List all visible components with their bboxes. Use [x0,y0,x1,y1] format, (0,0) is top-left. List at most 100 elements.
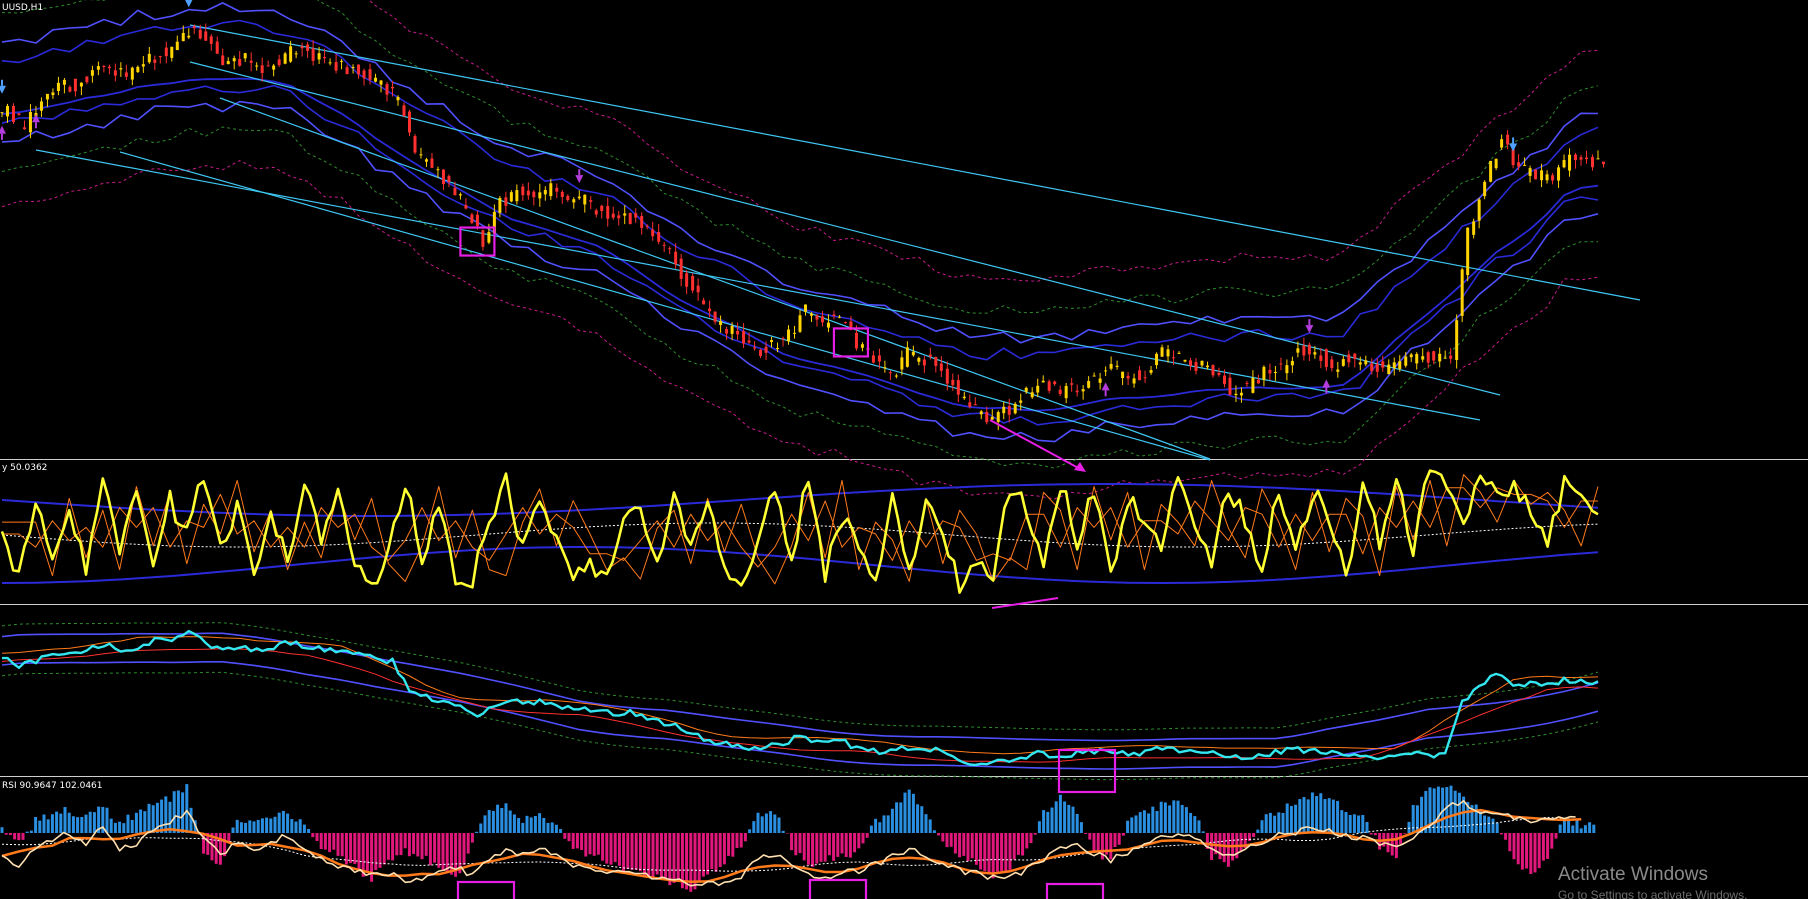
histogram-bar [1117,833,1121,845]
candle-body [1562,160,1566,168]
candle-body [928,354,932,357]
candle-body [170,46,174,58]
histogram-bar [1021,833,1025,856]
histogram-bar [50,814,54,833]
histogram-bar [718,833,722,867]
histogram-bar [1197,820,1201,833]
candle-body [1041,380,1045,383]
histogram-bar [290,819,294,833]
candle-body [28,111,32,133]
histogram-bar [1239,833,1243,852]
histogram-bar [857,833,861,849]
candle-body [1596,158,1600,160]
candle-body [249,60,253,63]
histogram-bar [496,804,500,833]
histogram-bar [563,833,567,839]
candle-body [600,205,604,212]
histogram-bar [895,802,899,833]
candle-body [843,322,847,324]
histogram-bar [315,833,319,842]
histogram-bar [844,833,848,858]
histogram-bar [1075,813,1079,833]
histogram-bar [374,833,378,870]
candle-body [1177,352,1181,354]
histogram-bar [244,822,248,833]
candle-body [985,411,989,423]
histogram-bar [1504,833,1508,840]
candle-body [679,258,683,279]
histogram-bar [1541,833,1545,861]
histogram-bar [945,833,949,848]
histogram-bar [1520,833,1524,870]
candle-body [107,66,111,69]
histogram-bar [1226,833,1230,867]
candle-body [1228,377,1232,395]
candle-body [255,65,259,67]
histogram-bar [1256,829,1260,833]
candle-body [1585,157,1589,160]
candle-body [1506,134,1510,145]
histogram-bar [378,833,382,868]
candle-body [628,213,632,224]
histogram-bar [491,810,495,833]
candle-body [685,273,689,287]
candle-body [1296,348,1300,353]
trading-chart[interactable] [0,0,1808,899]
histogram-bar [319,833,323,850]
histogram-bar [1537,833,1541,869]
candle-body [102,66,106,68]
candle-body [1002,406,1006,414]
histogram-bar [42,814,46,833]
candle-body [260,65,264,74]
histogram-bar [1134,815,1138,833]
histogram-bar [823,833,827,862]
histogram-bar [1096,833,1100,853]
histogram-bar [181,792,185,833]
candle-body [1341,359,1345,366]
histogram-bar [706,833,710,875]
candle-body [640,215,644,228]
histogram-bar [512,814,516,833]
histogram-bar [1512,833,1516,860]
histogram-bar [1285,803,1289,833]
histogram-bar [605,833,609,864]
histogram-bar [437,833,441,868]
candle-body [820,316,824,323]
candle-body [589,200,593,202]
histogram-bar [613,833,617,863]
histogram-bar [1579,828,1583,833]
candle-body [1330,359,1334,369]
histogram-bar [1588,822,1592,833]
candle-body [289,46,293,62]
histogram-bar [601,833,605,861]
candle-body [781,338,785,340]
histogram-bar [533,816,537,833]
histogram-bar [995,833,999,872]
candle-body [1075,390,1079,393]
histogram-bar [365,833,369,873]
histogram-bar [336,833,340,856]
histogram-bar [1323,799,1327,833]
histogram-bar [428,833,432,866]
histogram-bar [391,833,395,861]
candle-body [708,308,712,312]
histogram-bar [1348,814,1352,833]
candle-body [526,190,530,196]
candle-body [1404,356,1408,366]
candle-body [521,186,525,196]
histogram-bar [651,833,655,879]
candle-body [294,53,298,55]
candle-body [1557,167,1561,181]
candle-body [283,53,287,64]
candle-body [1523,164,1527,166]
histogram-bar [1189,812,1193,833]
histogram-bar [382,833,386,865]
candle-body [1273,372,1277,374]
candle-body [221,55,225,66]
candle-body [1364,360,1368,365]
candle-body [487,232,491,243]
histogram-bar [668,833,672,886]
candle-body [130,67,134,80]
candle-body [764,346,768,353]
histogram-bar [1184,807,1188,833]
